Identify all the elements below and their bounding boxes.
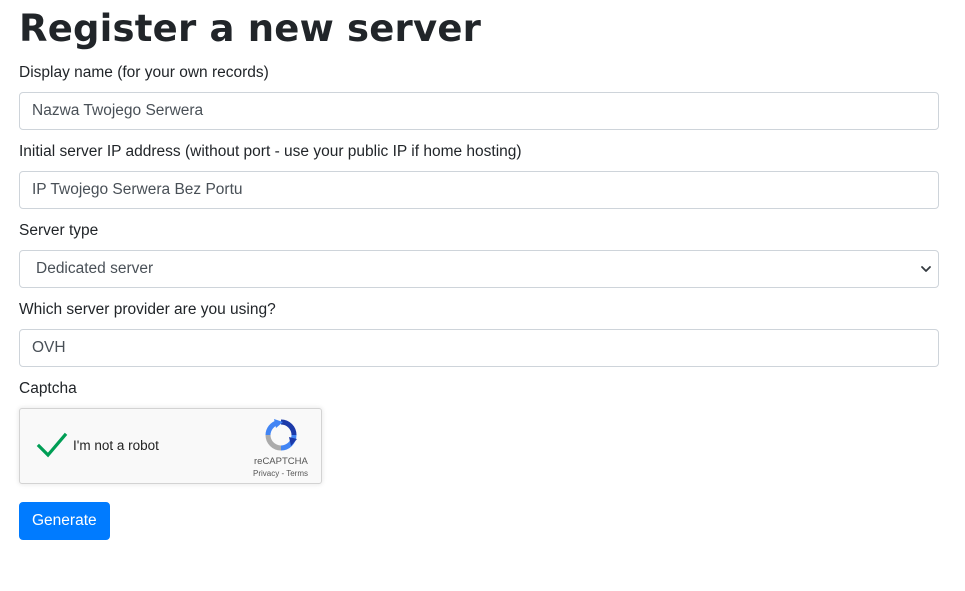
recaptcha-brand: reCAPTCHA [254, 456, 308, 467]
server-type-label: Server type [19, 222, 99, 239]
register-server-page: Register a new server Display name (for … [19, 0, 939, 540]
ip-address-label: Initial server IP address (without port … [19, 143, 522, 160]
display-name-label: Display name (for your own records) [19, 64, 269, 81]
page-title: Register a new server [19, 7, 482, 50]
recaptcha-privacy-link[interactable]: Privacy [253, 469, 279, 478]
generate-button[interactable]: Generate [19, 502, 110, 540]
chevron-down-icon [921, 266, 931, 272]
captcha-label: Captcha [19, 380, 77, 397]
provider-group: Which server provider are you using? [19, 300, 939, 367]
checkmark-icon[interactable] [36, 431, 68, 459]
server-type-selected-value: Dedicated server [19, 250, 939, 288]
ip-address-group: Initial server IP address (without port … [19, 142, 939, 209]
server-type-group: Server type Dedicated server [19, 221, 939, 288]
provider-label: Which server provider are you using? [19, 301, 276, 318]
display-name-input[interactable] [19, 92, 939, 130]
display-name-group: Display name (for your own records) [19, 63, 939, 130]
recaptcha-terms-link[interactable]: Terms [286, 469, 308, 478]
server-type-select[interactable]: Dedicated server [19, 250, 939, 288]
provider-input[interactable] [19, 329, 939, 367]
recaptcha-links: Privacy - Terms [253, 469, 308, 478]
recaptcha-logo-icon [265, 419, 297, 451]
captcha-group: Captcha I'm not a robot reCAPTCHA Privac… [19, 379, 939, 484]
recaptcha-checkbox-label: I'm not a robot [73, 438, 159, 453]
recaptcha-widget: I'm not a robot reCAPTCHA Privacy - Term… [19, 408, 322, 484]
ip-address-input[interactable] [19, 171, 939, 209]
